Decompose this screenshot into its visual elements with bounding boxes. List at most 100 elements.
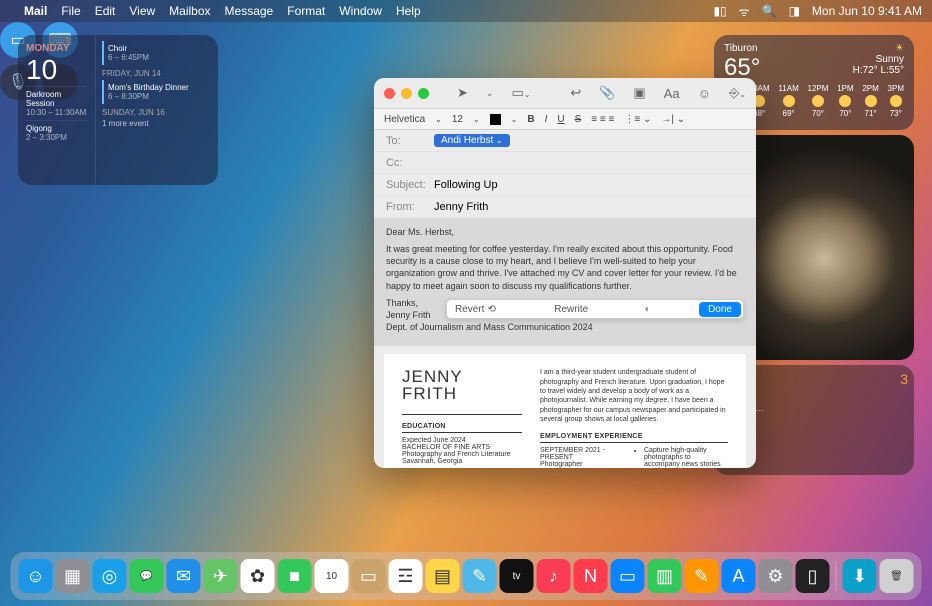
template-icon[interactable]: ▭⌄ (511, 85, 530, 101)
control-center-icon[interactable]: ◨ (789, 4, 800, 18)
menu-edit[interactable]: Edit (95, 4, 116, 18)
size-select[interactable]: 12 (452, 114, 463, 125)
message-body[interactable]: Dear Ms. Herbst, It was great meeting fo… (374, 218, 756, 468)
subject-field[interactable]: Following Up (434, 179, 498, 191)
weather-hour: 1PM70° (837, 84, 853, 118)
dock-freeform[interactable]: ✎ (463, 559, 497, 593)
cal-event-time: 2 – 3:30PM (26, 133, 87, 142)
reply-icon[interactable]: ↩ (570, 85, 581, 101)
menu-message[interactable]: Message (225, 4, 274, 18)
indent-button[interactable]: →| ⌄ (661, 114, 685, 125)
cv-line: Photography and French Literature (402, 451, 522, 458)
dock-calendar[interactable]: 10 (315, 559, 349, 593)
underline-button[interactable]: U (557, 114, 564, 125)
writing-tools-bar: Revert ⟲ Rewrite ◐ Done (446, 299, 744, 319)
dock-trash[interactable]: 🗑 (880, 559, 914, 593)
menu-help[interactable]: Help (396, 4, 421, 18)
dock-launchpad[interactable]: ▦ (56, 559, 90, 593)
mail-compose-window: ➤ ⌄ ▭⌄ ↩ 📎 ▣ Aa ☺ ⎆⌄ Helvetica⌄ 12⌄ ⌄ B … (374, 78, 756, 468)
calendar-day-number: 10 (26, 54, 87, 86)
cv-line: Savannah, Georgia (402, 458, 522, 465)
dock-keynote[interactable]: ▭ (611, 559, 645, 593)
cv-line: Photographer (540, 461, 624, 468)
spotlight-icon[interactable]: 🔍 (762, 4, 777, 18)
format-icon[interactable]: Aa (664, 86, 680, 101)
menu-window[interactable]: Window (339, 4, 382, 18)
wifi-icon[interactable]: ᯤ (739, 3, 750, 20)
minimize-button[interactable] (401, 88, 412, 99)
dock-reminders[interactable]: ☲ (389, 559, 423, 593)
photo-icon[interactable]: ▣ (633, 85, 645, 101)
titlebar: ➤ ⌄ ▭⌄ ↩ 📎 ▣ Aa ☺ ⎆⌄ (374, 78, 756, 108)
cv-edu-header: EDUCATION (402, 423, 522, 433)
cal-date-header: FRIDAY, JUN 14 (102, 69, 212, 78)
send-icon[interactable]: ➤ (457, 85, 468, 101)
cal-date-header: SUNDAY, JUN 16 (102, 108, 212, 117)
cv-line: SEPTEMBER 2021 - PRESENT (540, 447, 624, 461)
body-paragraph: It was great meeting for coffee yesterda… (386, 243, 744, 292)
cal-event-time: 6 – 8:30PM (108, 92, 212, 101)
dock-contacts[interactable]: ▭ (352, 559, 386, 593)
cv-bullet: Capture high-quality photographs to acco… (644, 447, 728, 468)
zoom-button[interactable] (418, 88, 429, 99)
body-sig: Jenny Frith (386, 310, 431, 320)
weather-hour: 2PM71° (862, 84, 878, 118)
format-bar: Helvetica⌄ 12⌄ ⌄ B I U S ≡ ≡ ≡ ⋮≡ ⌄ →| ⌄ (374, 108, 756, 130)
dock-news[interactable]: N (574, 559, 608, 593)
dock-numbers[interactable]: ▥ (648, 559, 682, 593)
dock-notes[interactable]: ▤ (426, 559, 460, 593)
cal-event-title: Qigong (26, 124, 87, 133)
dock-mail[interactable]: ✉ (167, 559, 201, 593)
markup-icon[interactable]: ⎆⌄ (729, 85, 746, 101)
calendar-widget[interactable]: MONDAY 10 Darkroom Session10:30 – 11:30A… (18, 35, 218, 185)
dock-settings[interactable]: ⚙ (759, 559, 793, 593)
cv-bio: I am a third-year student undergraduate … (540, 368, 728, 425)
revert-button[interactable]: Revert ⟲ (447, 302, 504, 317)
body-sig: Dept. of Journalism and Mass Communicati… (386, 322, 593, 332)
from-value[interactable]: Jenny Frith (434, 201, 488, 213)
emoji-icon[interactable]: ☺ (698, 86, 711, 101)
rewrite-menu-icon[interactable]: ◐ (639, 304, 657, 315)
cal-event-title: Mom's Birthday Dinner (108, 83, 212, 92)
menu-file[interactable]: File (61, 4, 80, 18)
dock-appstore[interactable]: A (722, 559, 756, 593)
clock[interactable]: Mon Jun 10 9:41 AM (812, 4, 922, 18)
header-dropdown-icon[interactable]: ⌄ (486, 88, 494, 99)
weather-hour: 3PM73° (888, 84, 904, 118)
dock-safari[interactable]: ◎ (93, 559, 127, 593)
dock-photos[interactable]: ✿ (241, 559, 275, 593)
cal-more-link[interactable]: 1 more event (102, 119, 212, 128)
cv-line: BACHELOR OF FINE ARTS (402, 444, 522, 451)
rewrite-button[interactable]: Rewrite (546, 302, 596, 317)
dock-downloads[interactable]: ⬇ (843, 559, 877, 593)
dock-iphone[interactable]: ▯ (796, 559, 830, 593)
dock-separator (836, 561, 837, 591)
menu-view[interactable]: View (129, 4, 155, 18)
dock-maps[interactable]: ✈ (204, 559, 238, 593)
dock-facetime[interactable]: ■ (278, 559, 312, 593)
cv-attachment: JENNY FRITH EDUCATION Expected June 2024… (384, 354, 746, 468)
dock-finder[interactable]: ☺ (19, 559, 53, 593)
color-swatch[interactable] (490, 114, 501, 125)
dock-music[interactable]: ♪ (537, 559, 571, 593)
menu-format[interactable]: Format (287, 4, 325, 18)
to-recipient[interactable]: Andi Herbst ⌄ (434, 134, 510, 147)
strike-button[interactable]: S (575, 114, 582, 125)
weather-hour: 12PM70° (807, 84, 828, 118)
close-button[interactable] (384, 88, 395, 99)
attach-icon[interactable]: 📎 (599, 85, 615, 101)
battery-icon[interactable]: ▮▯ (713, 4, 726, 18)
align-buttons[interactable]: ≡ ≡ ≡ (591, 114, 614, 125)
italic-button[interactable]: I (545, 114, 548, 125)
app-menu[interactable]: Mail (24, 4, 47, 18)
dock-pages[interactable]: ✎ (685, 559, 719, 593)
cal-event-time: 6 – 6:45PM (108, 53, 212, 62)
menu-mailbox[interactable]: Mailbox (169, 4, 210, 18)
font-select[interactable]: Helvetica (384, 114, 425, 125)
list-button[interactable]: ⋮≡ ⌄ (624, 114, 651, 125)
weather-hour: 11AM69° (778, 84, 798, 118)
dock-messages[interactable]: 💬 (130, 559, 164, 593)
done-button[interactable]: Done (699, 302, 741, 317)
dock-tv[interactable]: tv (500, 559, 534, 593)
bold-button[interactable]: B (527, 114, 534, 125)
